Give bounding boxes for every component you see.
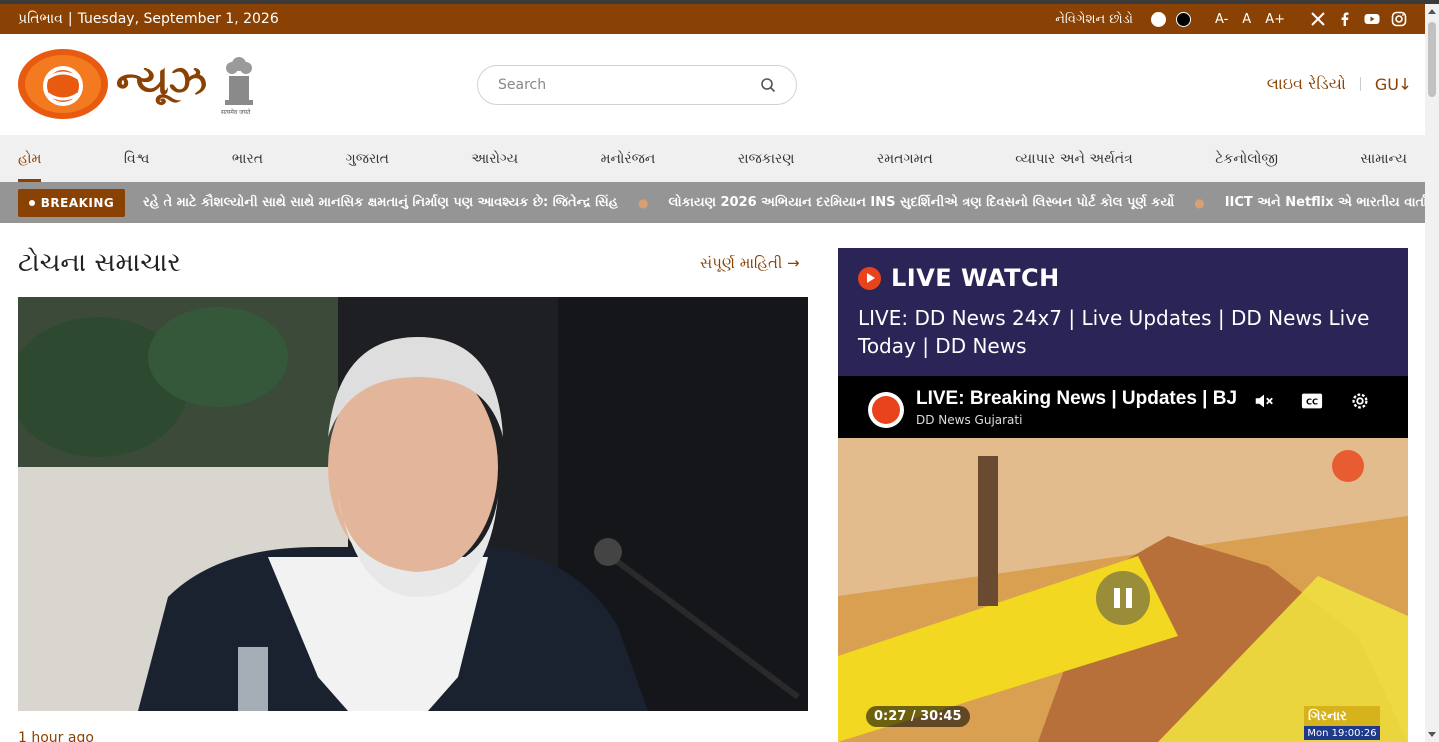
dark-theme-toggle[interactable]	[1175, 11, 1191, 27]
nav-item-politics[interactable]: રાજકારણ	[738, 135, 795, 182]
scroll-up-arrow-icon[interactable]	[1428, 9, 1436, 14]
skip-navigation-link[interactable]: નેવિગેશન છોડો	[1055, 12, 1133, 27]
channel-avatar[interactable]	[868, 392, 904, 428]
live-video-player[interactable]: LIVE: Breaking News | Updates | BJ DD Ne…	[838, 376, 1408, 742]
video-top-bar: LIVE: Breaking News | Updates | BJ DD Ne…	[838, 376, 1408, 438]
main-navigation: હોમ વિશ્વ ભારત ગુજરાત આરોગ્ય મનોરંજન રાજ…	[0, 135, 1425, 182]
watermark-time: Mon 19:00:26	[1304, 726, 1380, 740]
page-scrollbar[interactable]	[1425, 4, 1439, 742]
language-selector[interactable]: GU	[1375, 75, 1409, 94]
top-news-title: ટોચના સમાચાર	[18, 248, 181, 278]
see-more-link[interactable]: સંપૂર્ણ માહિતી →	[700, 254, 800, 272]
nav-item-world[interactable]: વિશ્વ	[124, 135, 150, 182]
pause-button[interactable]	[1096, 571, 1150, 625]
nav-item-health[interactable]: આરોગ્ય	[471, 135, 518, 182]
channel-watermark: ગિરનાર Mon 19:00:26	[1304, 706, 1380, 742]
header-actions: લાઇવ રેડિયો GU	[1267, 74, 1409, 94]
page: પ્રતિભાવ | Tuesday, September 1, 2026 ને…	[0, 0, 1439, 742]
nav-item-home[interactable]: હોમ	[18, 135, 42, 182]
x-twitter-icon[interactable]	[1309, 11, 1326, 28]
current-date: Tuesday, September 1, 2026	[77, 11, 279, 27]
settings-gear-icon[interactable]	[1348, 389, 1372, 413]
mute-icon[interactable]	[1252, 389, 1276, 413]
play-circle-icon	[858, 266, 881, 290]
nav-item-business[interactable]: વ્યાપાર અને અર્થતંત્ર	[1015, 135, 1133, 182]
watermark-label: ગિરનાર	[1304, 706, 1380, 726]
ticker-item[interactable]: IICT અને Netflix એ ભારતીય વાર્તાકારોની આ…	[1225, 195, 1425, 210]
language-code: GU	[1374, 74, 1399, 94]
font-normal-button[interactable]: A	[1242, 12, 1251, 27]
live-video-headline[interactable]: LIVE: DD News 24x7 | Live Updates | DD N…	[858, 304, 1378, 360]
top-news-hero-image[interactable]	[18, 297, 808, 711]
live-radio-link[interactable]: લાઇવ રેડિયો	[1267, 74, 1346, 94]
nav-item-general[interactable]: સામાન્ય	[1360, 135, 1407, 182]
light-theme-toggle[interactable]	[1150, 11, 1166, 27]
live-watch-panel: LIVE WATCH LIVE: DD News 24x7 | Live Upd…	[838, 248, 1408, 742]
facebook-icon[interactable]	[1336, 11, 1353, 28]
topbar-separator: |	[67, 11, 73, 27]
nav-item-entertainment[interactable]: મનોરંજન	[601, 135, 656, 182]
logo-wordmark: ન્યૂઝ	[116, 58, 207, 104]
feedback-link[interactable]: પ્રતિભાવ	[18, 11, 63, 27]
font-increase-button[interactable]: A+	[1265, 12, 1285, 27]
video-title[interactable]: LIVE: Breaking News | Updates | BJ	[916, 388, 1246, 410]
breaking-dot-icon	[28, 199, 35, 206]
search-icon[interactable]	[760, 77, 776, 93]
scrollbar-thumb[interactable]	[1428, 22, 1436, 97]
ticker-item[interactable]: રહે તે માટે કૌશલ્યોની સાથે સાથે માનસિક ક…	[143, 195, 618, 210]
scroll-down-arrow-icon[interactable]	[1428, 732, 1436, 737]
nav-item-india[interactable]: ભારત	[232, 135, 263, 182]
breaking-news-bar: BREAKING રહે તે માટે કૌશલ્યોની સાથે સાથે…	[0, 182, 1425, 223]
svg-text:CC: CC	[1306, 397, 1318, 407]
nav-item-sports[interactable]: રમતગમત	[877, 135, 933, 182]
nav-item-gujarat[interactable]: ગુજરાત	[346, 135, 389, 182]
sort-arrow-icon	[1401, 78, 1409, 90]
ticker-separator-icon: ●	[638, 195, 649, 210]
news-time-ago: 1 hour ago	[18, 730, 94, 742]
emblem-caption: सत्यमेव जयते	[221, 109, 251, 116]
instagram-icon[interactable]	[1390, 11, 1407, 28]
nav-item-technology[interactable]: ટેકનોલોજી	[1215, 135, 1278, 182]
ticker-separator-icon: ●	[1194, 195, 1205, 210]
video-channel-name[interactable]: DD News Gujarati	[916, 413, 1022, 427]
breaking-ticker: રહે તે માટે કૌશલ્યોની સાથે સાથે માનસિક ક…	[143, 195, 1425, 210]
font-decrease-button[interactable]: A-	[1215, 12, 1228, 27]
dd-news-logo[interactable]: ન્યૂઝ सत्यमेव जयते	[18, 48, 258, 120]
video-time: 0:27 / 30:45	[866, 706, 970, 727]
live-watch-title: LIVE WATCH	[891, 264, 1060, 292]
closed-captions-icon[interactable]: CC	[1300, 389, 1324, 413]
search-input[interactable]	[498, 77, 760, 93]
header-divider	[1359, 77, 1361, 91]
live-watch-header: LIVE WATCH	[858, 264, 1060, 292]
site-header: ન્યૂઝ सत्यमेव जयते લાઇવ રેડિયો GU	[0, 34, 1425, 135]
breaking-label: BREAKING	[40, 195, 115, 210]
ticker-item[interactable]: લોકાયણ 2026 અભિયાન દરમિયાન INS સુદર્શિની…	[669, 195, 1175, 210]
search-box[interactable]	[477, 65, 797, 105]
youtube-icon[interactable]	[1363, 11, 1380, 28]
top-bar: પ્રતિભાવ | Tuesday, September 1, 2026 ને…	[0, 4, 1425, 34]
breaking-badge: BREAKING	[18, 188, 125, 217]
